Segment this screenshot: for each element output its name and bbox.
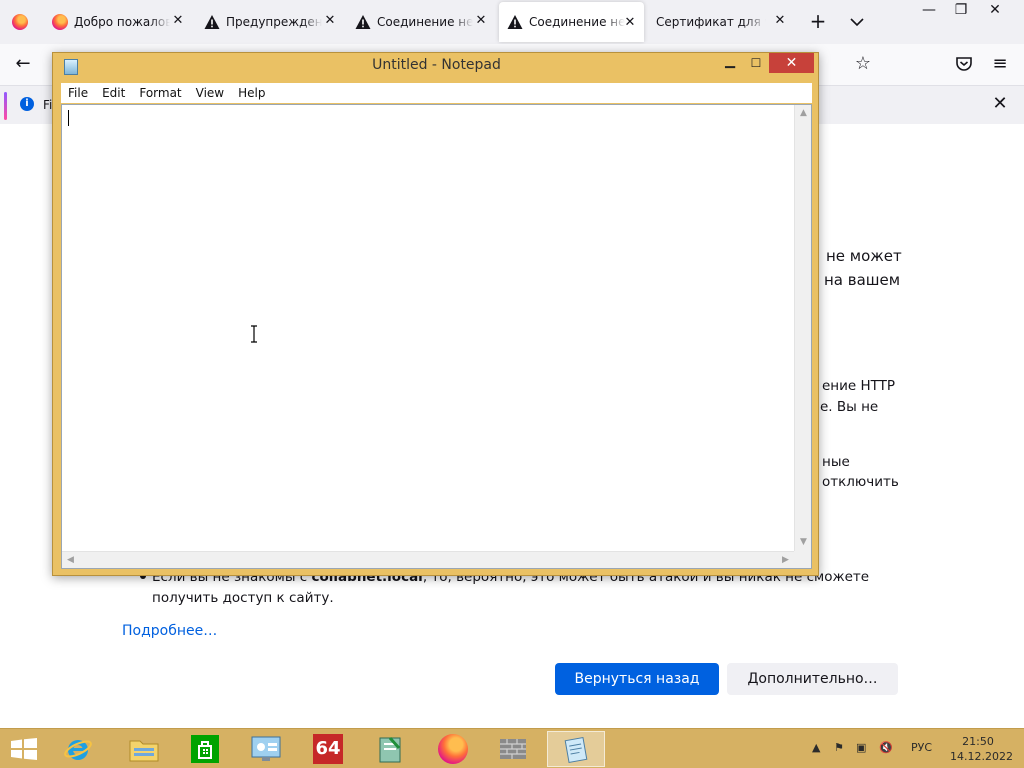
page-text-fragment: не может xyxy=(826,247,902,265)
warning-icon xyxy=(507,15,523,29)
browser-tab[interactable]: Добро пожаловать ✕ xyxy=(44,0,192,44)
resize-grip[interactable] xyxy=(794,551,811,568)
taskbar-aida64[interactable]: 64 xyxy=(299,731,357,767)
minimize-icon[interactable]: ▁ xyxy=(717,53,743,73)
firefox-icon xyxy=(438,734,468,764)
learn-more-link[interactable]: Подробнее… xyxy=(122,623,217,639)
text-caret xyxy=(68,110,69,126)
tab-label: Добро пожаловать xyxy=(74,15,170,29)
taskbar-notepad[interactable] xyxy=(547,731,605,767)
clock-time: 21:50 xyxy=(962,735,994,748)
windows-start-icon[interactable] xyxy=(10,738,38,760)
taskbar-store[interactable] xyxy=(176,731,234,767)
network-icon[interactable]: ▣ xyxy=(856,741,866,754)
clock-date: 14.12.2022 xyxy=(950,750,1013,763)
notepad-icon xyxy=(564,737,588,763)
taskbar-clipboard-app[interactable] xyxy=(361,731,419,767)
internet-explorer-icon xyxy=(64,740,92,760)
bullet-line-2: получить доступ к сайту. xyxy=(152,590,334,606)
page-text-fragment: на вашем xyxy=(824,271,901,289)
taskbar-firefox[interactable] xyxy=(424,731,482,767)
show-hidden-icons-icon[interactable]: ▲ xyxy=(812,741,820,754)
warning-icon xyxy=(204,15,220,29)
advanced-button[interactable]: Дополнительно… xyxy=(727,663,898,695)
info-icon: i xyxy=(20,97,34,111)
browser-tab[interactable]: Сертификат для www ✕ xyxy=(648,0,794,44)
brick-wall-icon xyxy=(500,739,526,759)
text-cursor-icon xyxy=(251,325,257,343)
notification-text: Fi xyxy=(43,98,53,112)
menu-edit[interactable]: Edit xyxy=(95,86,132,100)
tab-label: Соединение не уд xyxy=(529,15,625,29)
taskbar-control-panel[interactable] xyxy=(237,731,295,767)
firefox-icon xyxy=(52,14,68,30)
scroll-up-icon[interactable]: ▲ xyxy=(795,105,812,122)
page-text-fragment: ение HTTP xyxy=(822,378,896,394)
chevron-down-icon[interactable] xyxy=(847,12,867,32)
window-title: Untitled - Notepad xyxy=(372,57,501,73)
language-indicator[interactable]: РУС xyxy=(911,741,932,754)
scroll-right-icon[interactable]: ▶ xyxy=(777,552,794,569)
menu-bar: File Edit Format View Help xyxy=(61,83,812,103)
windows-taskbar: 64 ▲ ⚑ ▣ 🔇 РУС 21:50 14.12.2022 xyxy=(0,728,1024,768)
tab-close-icon[interactable]: ✕ xyxy=(622,15,638,31)
notification-accent xyxy=(4,92,7,120)
browser-minimize-icon[interactable]: — xyxy=(912,0,946,22)
go-back-button[interactable]: Вернуться назад xyxy=(555,663,719,695)
new-tab-button[interactable]: + xyxy=(806,10,830,34)
aida64-icon: 64 xyxy=(313,734,343,764)
page-text-fragment: е. Вы не xyxy=(820,399,879,415)
menu-file[interactable]: File xyxy=(61,86,95,100)
system-clock[interactable]: 21:50 14.12.2022 xyxy=(950,734,1013,764)
page-text-fragment: ные xyxy=(822,454,850,470)
control-panel-icon xyxy=(251,736,281,761)
volume-muted-icon[interactable]: 🔇 xyxy=(879,741,893,754)
page-text-fragment: отключить xyxy=(822,474,899,490)
pocket-icon[interactable] xyxy=(954,54,974,74)
back-arrow-icon[interactable]: ← xyxy=(12,54,34,76)
close-icon[interactable]: ✕ xyxy=(769,53,814,73)
firefox-icon xyxy=(12,14,28,30)
notification-close-icon[interactable]: ✕ xyxy=(990,94,1010,114)
taskbar-firewall-app[interactable] xyxy=(484,731,542,767)
browser-restore-icon[interactable]: ❐ xyxy=(944,0,978,22)
notepad-window: Untitled - Notepad ▁ ☐ ✕ File Edit Forma… xyxy=(52,52,819,576)
horizontal-scrollbar[interactable]: ◀ ▶ xyxy=(62,551,794,568)
warning-icon xyxy=(355,15,371,29)
tab-label: Предупреждение xyxy=(226,15,322,29)
store-icon xyxy=(191,735,219,763)
firefox-view-button[interactable] xyxy=(0,0,40,44)
clipboard-icon xyxy=(379,736,401,763)
menu-help[interactable]: Help xyxy=(231,86,272,100)
vertical-scrollbar[interactable]: ▲ ▼ xyxy=(794,105,811,551)
tab-close-icon[interactable]: ✕ xyxy=(473,13,489,29)
maximize-icon[interactable]: ☐ xyxy=(743,53,769,73)
menu-format[interactable]: Format xyxy=(132,86,188,100)
tab-label: Сертификат для www xyxy=(656,15,766,29)
taskbar-internet-explorer[interactable] xyxy=(49,731,107,767)
scroll-left-icon[interactable]: ◀ xyxy=(62,552,79,569)
action-center-flag-icon[interactable]: ⚑ xyxy=(834,741,844,754)
tab-close-icon[interactable]: ✕ xyxy=(322,13,338,29)
text-editor-area[interactable]: ▲ ▼ ◀ ▶ xyxy=(61,104,812,569)
browser-tab[interactable]: Соединение не уд ✕ xyxy=(347,0,495,44)
taskbar-file-explorer[interactable] xyxy=(115,731,173,767)
browser-tab-strip: Добро пожаловать ✕ Предупреждение ✕ Соед… xyxy=(0,0,1024,44)
folder-icon xyxy=(129,740,159,762)
browser-close-icon[interactable]: ✕ xyxy=(978,0,1012,22)
tab-close-icon[interactable]: ✕ xyxy=(772,13,788,29)
menu-view[interactable]: View xyxy=(189,86,231,100)
browser-tab[interactable]: Предупреждение ✕ xyxy=(196,0,344,44)
tab-close-icon[interactable]: ✕ xyxy=(170,13,186,29)
scroll-down-icon[interactable]: ▼ xyxy=(795,534,812,551)
tab-label: Соединение не уд xyxy=(377,15,473,29)
bookmark-star-icon[interactable]: ☆ xyxy=(852,53,874,75)
browser-tab-active[interactable]: Соединение не уд ✕ xyxy=(499,2,644,42)
hamburger-menu-icon[interactable]: ≡ xyxy=(990,53,1010,75)
